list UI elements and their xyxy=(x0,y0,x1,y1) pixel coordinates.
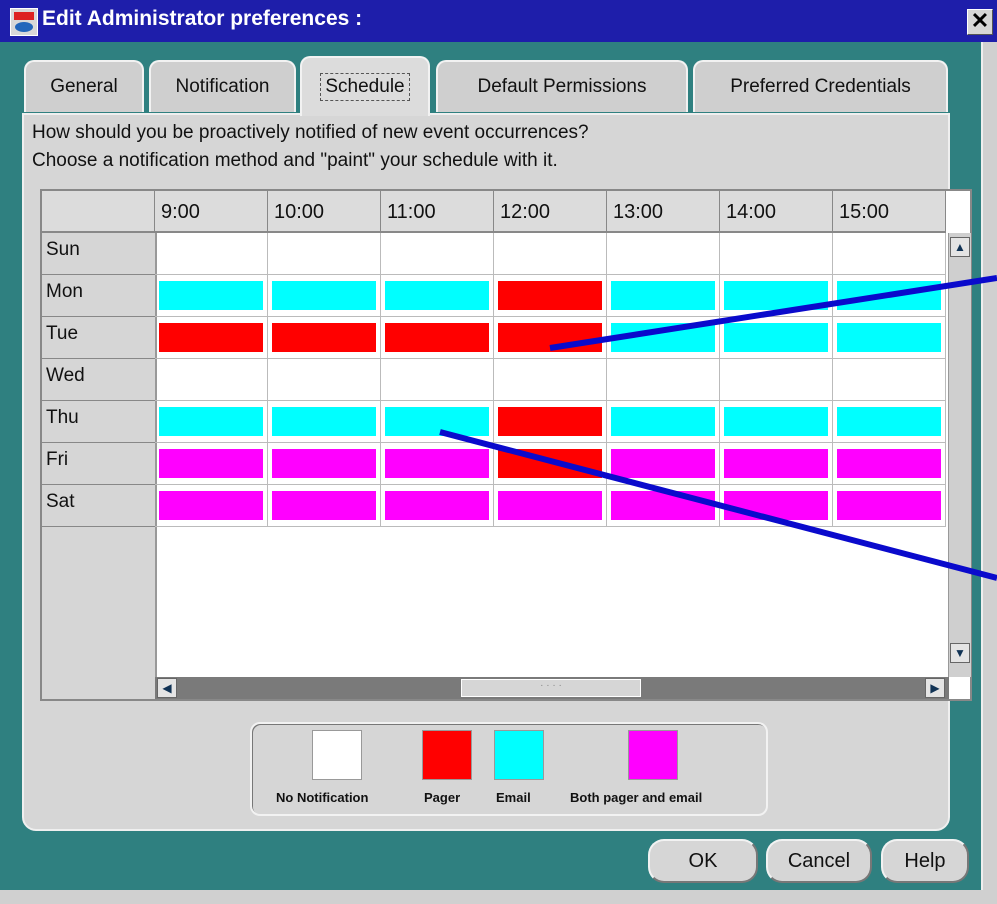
preferences-dialog: Edit Administrator preferences : ✕ Gener… xyxy=(0,0,997,904)
tab-label: Schedule xyxy=(320,73,410,101)
annotation-line-email xyxy=(439,429,997,581)
annotation-line-pager xyxy=(549,275,997,351)
tab-schedule[interactable]: Schedule xyxy=(300,56,430,116)
annotation-lines xyxy=(439,275,997,581)
